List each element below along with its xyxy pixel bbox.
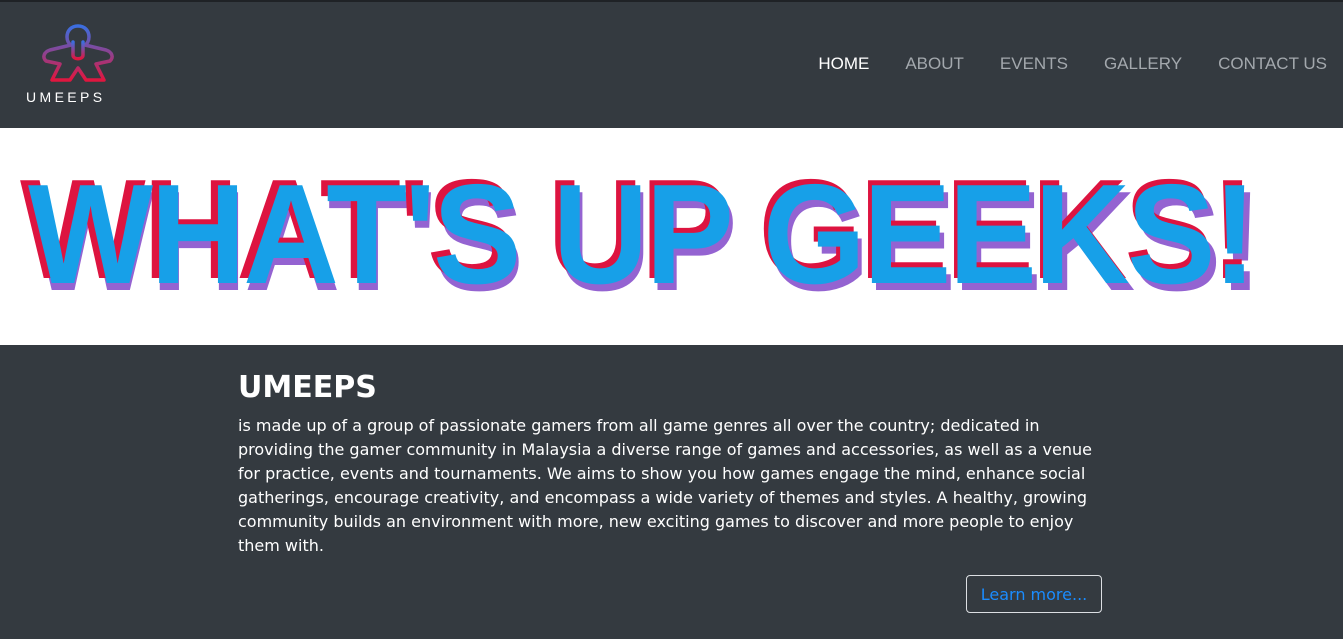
nav-gallery[interactable]: GALLERY — [1104, 54, 1182, 74]
meeple-icon — [42, 24, 114, 82]
main-nav: HOME ABOUT EVENTS GALLERY CONTACT US — [782, 54, 1327, 74]
nav-events[interactable]: EVENTS — [1000, 54, 1068, 74]
hero-title-text: WHAT'S UP GEEKS! — [28, 155, 1254, 314]
hero-title: WHAT'S UP GEEKS! WHAT'S UP GEEKS! WHAT'S… — [0, 128, 1343, 345]
navbar: UMEEPS HOME ABOUT EVENTS GALLERY CONTACT… — [0, 2, 1343, 128]
brand-name: UMEEPS — [26, 89, 106, 105]
learn-more-button[interactable]: Learn more... — [966, 575, 1102, 613]
hero-banner: WHAT'S UP GEEKS! WHAT'S UP GEEKS! WHAT'S… — [0, 128, 1343, 345]
nav-contact-us[interactable]: CONTACT US — [1218, 54, 1327, 74]
about-body: is made up of a group of passionate game… — [238, 416, 1092, 555]
nav-home[interactable]: HOME — [818, 54, 869, 74]
brand-logo-link[interactable]: UMEEPS — [24, 22, 132, 108]
nav-about[interactable]: ABOUT — [905, 54, 964, 74]
about-section: UMEEPS is made up of a group of passiona… — [238, 370, 1108, 558]
about-heading: UMEEPS — [238, 370, 377, 405]
